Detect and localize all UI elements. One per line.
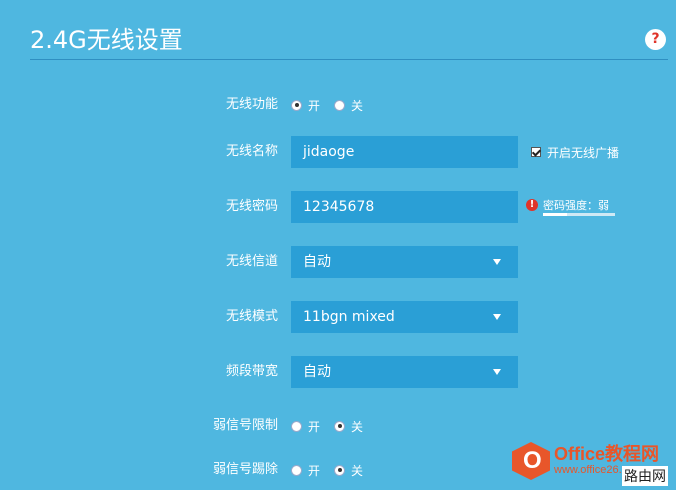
wireless-function-row: 无线功能 开 关 [0,89,676,121]
wireless-function-radio-group: 开 关 [291,89,377,121]
radio-on-icon[interactable] [291,99,302,111]
weak-kick-off-label: 关 [351,463,364,478]
radio-on-icon[interactable] [291,420,302,432]
channel-value: 自动 [303,254,331,270]
office-logo-icon: O [512,442,550,480]
broadcast-label: 开启无线广播 [547,145,620,160]
weak-kick-label: 弱信号踢除 [212,462,278,477]
password-strength-text: 密码强度：弱 [543,199,609,212]
radio-off-icon[interactable] [334,420,346,432]
weak-limit-radio-group: 开 关 [291,410,377,442]
radio-off-icon[interactable] [334,99,346,111]
password-strength-fill [543,213,567,216]
wireless-function-off-option[interactable]: 关 [334,97,363,114]
watermark-sub: 路由网 [622,466,668,486]
wireless-function-on-label: 开 [308,98,321,113]
weak-kick-radio-group: 开 关 [291,454,377,486]
chevron-down-icon [493,369,501,375]
chevron-down-icon [493,314,501,320]
channel-label: 无线信道 [225,254,278,269]
broadcast-option[interactable]: 开启无线广播 [531,136,619,168]
weak-limit-off-option[interactable]: 关 [334,418,363,435]
radio-on-icon[interactable] [291,464,302,476]
wireless-function-on-option[interactable]: 开 [291,97,320,114]
chevron-down-icon [493,259,501,265]
bandwidth-select[interactable]: 自动 [291,356,518,388]
weak-kick-on-label: 开 [308,463,321,478]
bandwidth-value: 自动 [303,364,331,380]
password-label: 无线密码 [225,199,278,214]
ssid-label: 无线名称 [225,144,278,159]
mode-row: 无线模式 11bgn mixed [0,301,676,333]
password-strength-bar [543,213,615,216]
mode-select[interactable]: 11bgn mixed [291,301,518,333]
ssid-input[interactable]: jidaoge [291,136,518,168]
channel-select[interactable]: 自动 [291,246,518,278]
mode-label: 无线模式 [225,309,278,324]
ssid-row: 无线名称 jidaoge 开启无线广播 [0,136,676,168]
watermark: O Office教程网 www.office26.com 路由网 [512,438,676,490]
weak-limit-on-option[interactable]: 开 [291,418,320,435]
watermark-brand: Office教程网 [554,444,660,464]
weak-limit-off-label: 关 [351,419,364,434]
title-divider [30,59,668,60]
password-strength: ! 密码强度：弱 [526,196,626,222]
password-row: 无线密码 12345678 ! 密码强度：弱 [0,191,676,223]
weak-kick-on-option[interactable]: 开 [291,462,320,479]
bandwidth-row: 频段带宽 自动 [0,356,676,388]
warning-icon: ! [526,199,538,211]
help-icon[interactable]: ? [645,29,666,50]
mode-value: 11bgn mixed [303,309,395,325]
password-input[interactable]: 12345678 [291,191,518,223]
wireless-function-label: 无线功能 [225,97,278,112]
weak-limit-on-label: 开 [308,419,321,434]
broadcast-checkbox[interactable] [531,147,541,157]
radio-off-icon[interactable] [334,464,346,476]
bandwidth-label: 频段带宽 [225,364,278,379]
wireless-function-off-label: 关 [351,98,364,113]
page-title: 2.4G无线设置 [30,26,183,54]
channel-row: 无线信道 自动 [0,246,676,278]
weak-kick-off-option[interactable]: 关 [334,462,363,479]
weak-limit-label: 弱信号限制 [212,418,278,433]
